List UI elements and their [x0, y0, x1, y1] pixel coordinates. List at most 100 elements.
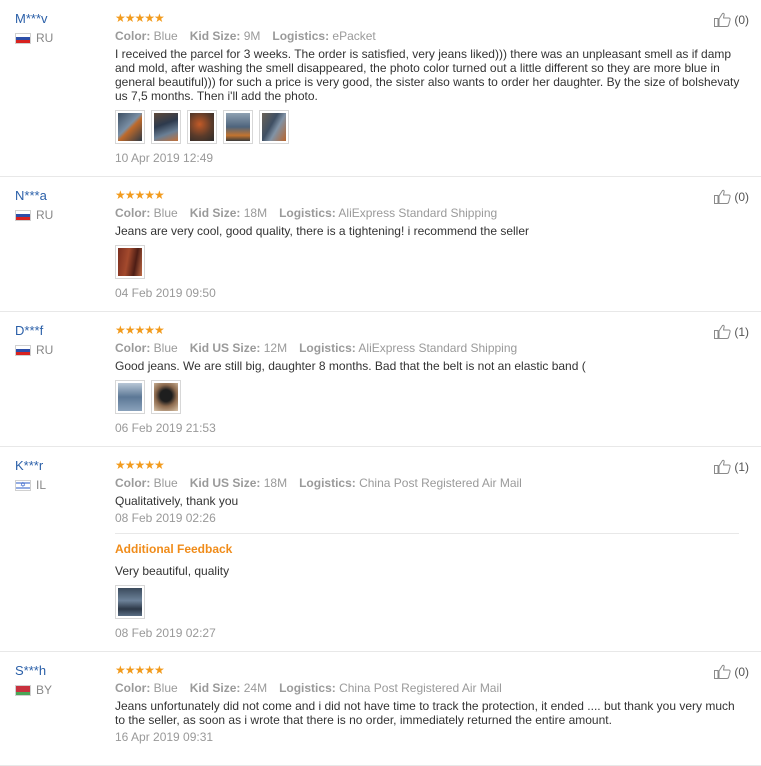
attribute-label: Color: [115, 29, 151, 43]
order-attributes: Color: Blue Kid US Size: 18M Logistics: Ch… [115, 475, 743, 491]
attribute-value: AliExpress Standard Shipping [358, 341, 518, 355]
attribute-label: Kid US Size: [189, 476, 261, 490]
country-flag-icon [15, 479, 31, 493]
review-item: N***a RU ★★★★★ Color: Blue Kid Size: 18M L… [0, 177, 761, 312]
review-photo-thumbnail[interactable] [187, 110, 217, 144]
review-photos [115, 110, 743, 144]
reviewer-name[interactable]: N***a [15, 187, 105, 204]
reviewer-info: N***a RU [15, 187, 105, 222]
review-date: 10 Apr 2019 12:49 [115, 151, 214, 165]
review-photo-thumbnail[interactable] [223, 110, 253, 144]
helpful-count: (0) [734, 664, 749, 679]
reviewer-name[interactable]: M***v [15, 10, 105, 27]
country-code: RU [36, 208, 54, 222]
attribute-value: Blue [153, 476, 178, 490]
helpful-button[interactable]: (0) [714, 189, 749, 204]
helpful-count: (0) [734, 189, 749, 204]
reviewer-info: K***r IL [15, 457, 105, 493]
reviewer-country: RU [15, 31, 105, 45]
review-photo-thumbnail[interactable] [115, 380, 145, 414]
attribute-label: Color: [115, 206, 151, 220]
attribute-label: Kid US Size: [189, 341, 261, 355]
country-code: RU [36, 31, 54, 45]
review-content: ★★★★★ Color: Blue Kid Size: 24M Logistics:… [115, 652, 761, 745]
country-code: BY [36, 683, 53, 697]
attribute-label: Color: [115, 476, 151, 490]
thumbs-up-icon [714, 12, 731, 27]
review-date: 06 Feb 2019 21:53 [115, 421, 216, 435]
reviewer-country: RU [15, 343, 105, 357]
order-attributes: Color: Blue Kid Size: 18M Logistics: AliEx… [115, 205, 743, 221]
review-photo-thumbnail[interactable] [259, 110, 289, 144]
thumbs-up-icon [714, 189, 731, 204]
thumbs-up-icon [714, 664, 731, 679]
attribute-value: 18M [263, 476, 288, 490]
feedback-list: M***v RU ★★★★★ Color: Blue Kid Size: 9M Lo… [0, 0, 761, 766]
country-flag-icon [15, 32, 31, 44]
attribute-value: ePacket [332, 29, 376, 43]
attribute-label: Color: [115, 341, 151, 355]
order-attributes: Color: Blue Kid US Size: 12M Logistics: Al… [115, 340, 743, 356]
review-photo-thumbnail[interactable] [151, 380, 181, 414]
helpful-button[interactable]: (0) [714, 12, 749, 27]
attribute-value: AliExpress Standard Shipping [338, 206, 498, 220]
reviewer-country: IL [15, 478, 105, 493]
attribute-value: China Post Registered Air Mail [359, 476, 522, 490]
attribute-value: Blue [153, 341, 178, 355]
review-content: ★★★★★ Color: Blue Kid US Size: 18M Logisti… [115, 447, 761, 641]
attribute-label: Logistics: [279, 206, 336, 220]
review-photo-thumbnail[interactable] [151, 110, 181, 144]
helpful-button[interactable]: (1) [714, 459, 749, 474]
review-photos [115, 380, 743, 414]
attribute-label: Logistics: [279, 681, 336, 695]
reviewer-name[interactable]: D***f [15, 322, 105, 339]
star-rating: ★★★★★ [115, 458, 165, 472]
star-rating: ★★★★★ [115, 323, 165, 337]
additional-feedback-title: Additional Feedback [115, 542, 233, 556]
country-flag-icon [15, 209, 31, 221]
review-date: 08 Feb 2019 02:26 [115, 511, 216, 525]
review-photo-thumbnail[interactable] [115, 585, 145, 619]
attribute-label: Kid Size: [189, 681, 241, 695]
review-item: K***r IL ★★★★★ Color: Blue Kid US Size: 1… [0, 447, 761, 652]
review-text: Jeans unfortunately did not come and i d… [115, 699, 735, 727]
star-rating: ★★★★★ [115, 663, 165, 677]
helpful-button[interactable]: (1) [714, 324, 749, 339]
attribute-value: 9M [243, 29, 261, 43]
review-text: Good jeans. We are still big, daughter 8… [115, 359, 586, 373]
attribute-label: Kid Size: [189, 206, 241, 220]
attribute-label: Logistics: [299, 341, 356, 355]
additional-feedback-date: 08 Feb 2019 02:27 [115, 626, 216, 640]
helpful-count: (1) [734, 459, 749, 474]
review-date: 16 Apr 2019 09:31 [115, 730, 214, 744]
country-flag-icon [15, 344, 31, 356]
helpful-button[interactable]: (0) [714, 664, 749, 679]
attribute-value: 24M [243, 681, 268, 695]
review-content: ★★★★★ Color: Blue Kid Size: 9M Logistics: … [115, 0, 761, 166]
country-code: RU [36, 343, 54, 357]
review-item: D***f RU ★★★★★ Color: Blue Kid US Size: 1… [0, 312, 761, 447]
attribute-label: Logistics: [272, 29, 330, 43]
thumbs-up-icon [714, 459, 731, 474]
order-attributes: Color: Blue Kid Size: 24M Logistics: China… [115, 680, 743, 696]
reviewer-name[interactable]: K***r [15, 457, 105, 474]
review-content: ★★★★★ Color: Blue Kid US Size: 12M Logisti… [115, 312, 761, 436]
review-photos [115, 245, 743, 279]
attribute-label: Logistics: [299, 476, 356, 490]
review-text: I received the parcel for 3 weeks. The o… [115, 47, 740, 103]
review-photo-thumbnail[interactable] [115, 245, 145, 279]
helpful-count: (1) [734, 324, 749, 339]
country-code: IL [36, 478, 47, 492]
review-date: 04 Feb 2019 09:50 [115, 286, 216, 300]
review-photo-thumbnail[interactable] [115, 110, 145, 144]
attribute-value: 12M [263, 341, 288, 355]
thumbs-up-icon [714, 324, 731, 339]
reviewer-country: RU [15, 208, 105, 222]
reviewer-name[interactable]: S***h [15, 662, 105, 679]
attribute-label: Color: [115, 681, 151, 695]
additional-feedback-divider [115, 533, 739, 534]
review-item: M***v RU ★★★★★ Color: Blue Kid Size: 9M Lo… [0, 0, 761, 177]
star-rating: ★★★★★ [115, 11, 165, 25]
review-content: ★★★★★ Color: Blue Kid Size: 18M Logistics:… [115, 177, 761, 301]
reviewer-info: D***f RU [15, 322, 105, 357]
